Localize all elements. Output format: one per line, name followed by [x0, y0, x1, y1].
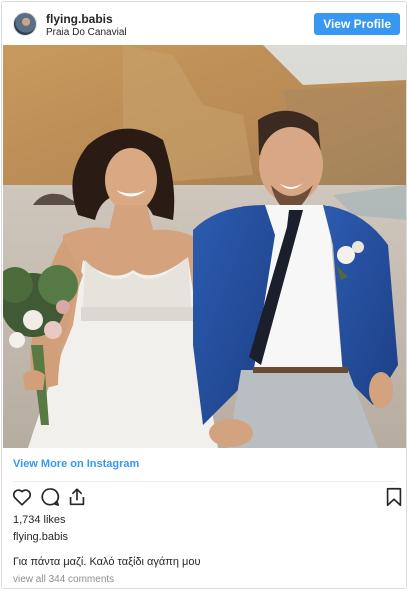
view-profile-button[interactable]: View Profile	[314, 13, 400, 35]
likes-number: 1,734	[13, 514, 41, 526]
bookmark-icon[interactable]	[383, 486, 405, 508]
action-bar	[11, 486, 402, 508]
post-header: flying.babis Praia Do Canavial View Prof…	[2, 2, 406, 46]
likes-count[interactable]: 1,734 likes	[13, 514, 66, 526]
caption-username[interactable]: flying.babis	[13, 531, 68, 543]
avatar[interactable]	[13, 12, 37, 36]
post-photo[interactable]	[3, 45, 406, 448]
caption-text: Για πάντα μαζί. Καλό ταξίδι αγάπη μου	[13, 556, 201, 568]
comment-icon[interactable]	[39, 486, 61, 508]
view-all-comments-link[interactable]: view all 344 comments	[13, 574, 114, 585]
post-username[interactable]: flying.babis	[46, 12, 113, 26]
likes-label: likes	[43, 514, 66, 526]
view-more-on-instagram-link[interactable]: View More on Instagram	[13, 458, 139, 470]
heart-icon[interactable]	[11, 486, 33, 508]
share-icon[interactable]	[66, 486, 88, 508]
divider	[13, 481, 397, 482]
instagram-embed-card: flying.babis Praia Do Canavial View Prof…	[1, 1, 407, 589]
post-location[interactable]: Praia Do Canavial	[46, 27, 127, 38]
